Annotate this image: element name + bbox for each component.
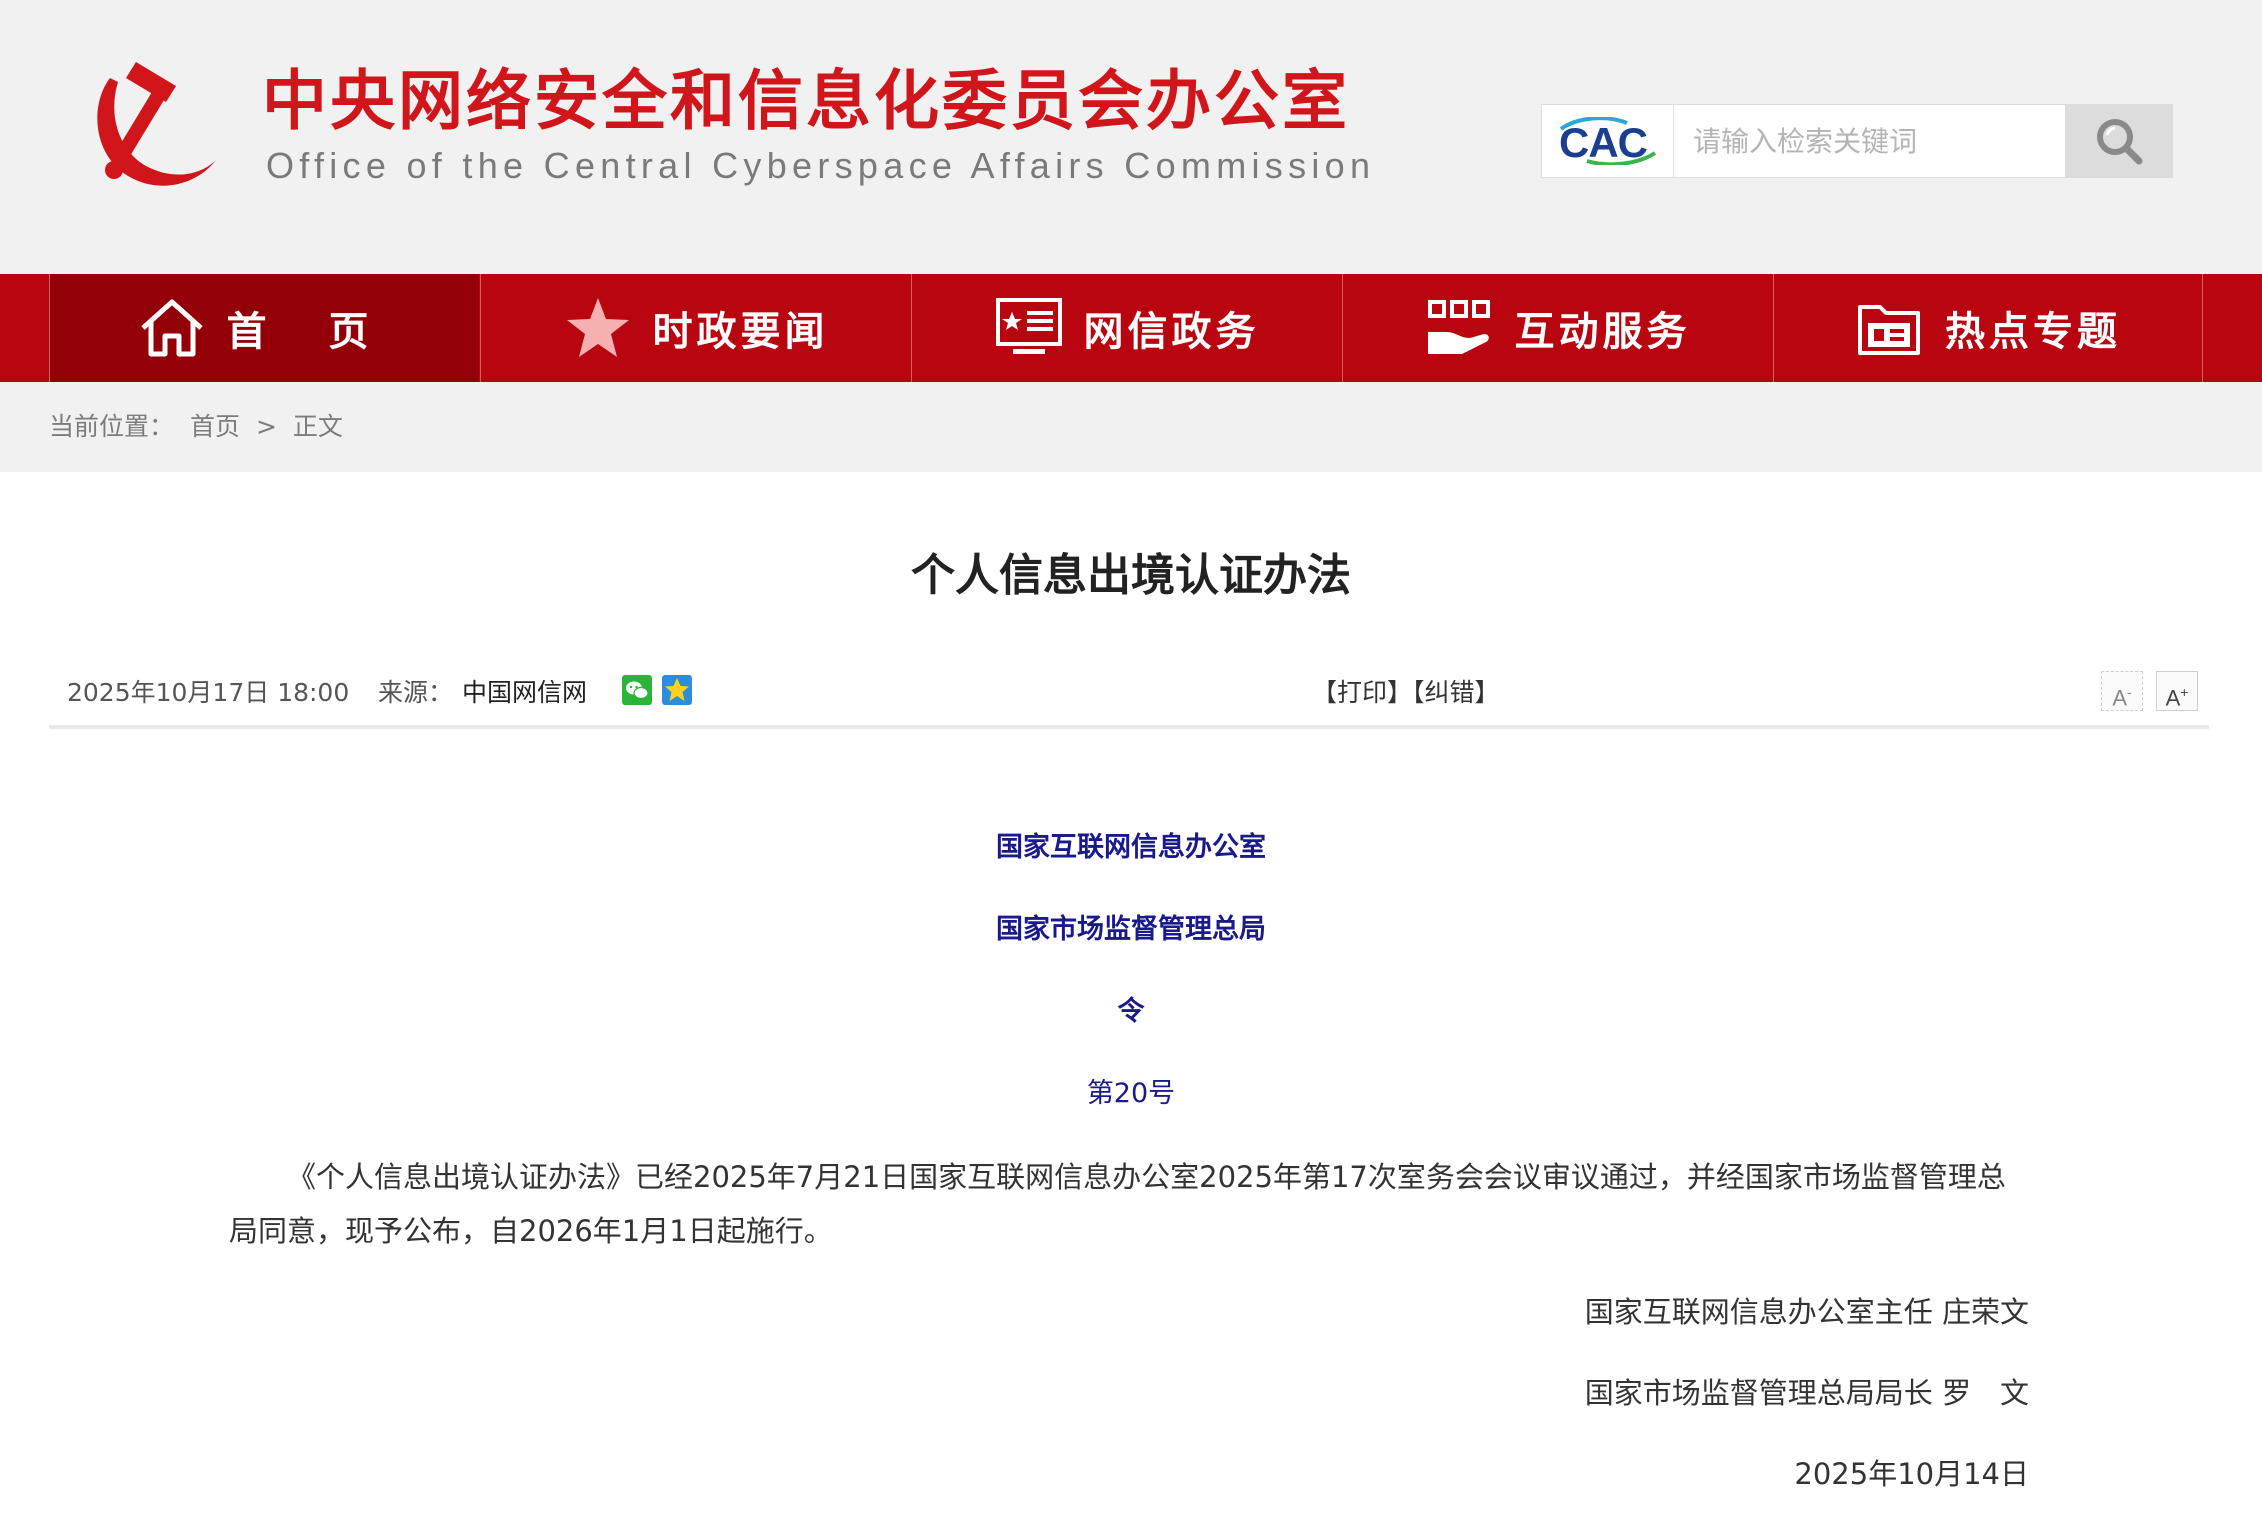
article-actions: 【打印】【纠错】 (1312, 673, 1500, 709)
nav-label-home: 首 页 (226, 309, 393, 355)
source-label: 来源： (378, 678, 454, 707)
star-icon (566, 298, 629, 357)
report-error-link[interactable]: 【纠错】 (1412, 678, 1500, 707)
issuer-line: 国家市场监督管理总局 (996, 914, 1266, 945)
cac-logo: CAC (1542, 105, 1674, 177)
site-title-cn: 中央网络安全和信息化委员会办公室 (262, 64, 1351, 139)
folder-icon (1858, 305, 1920, 355)
nav-item-hot-topics[interactable]: 热点专题 (1773, 274, 2203, 382)
font-increase-sign: + (2180, 684, 2189, 700)
search-box: CAC (1541, 104, 2173, 178)
search-button[interactable] (2065, 104, 2173, 178)
print-link[interactable]: 【打印】 (1312, 678, 1412, 707)
signature-line: 国家互联网信息办公室主任 庄荣文 (1584, 1295, 2029, 1329)
main-nav: 首 页 时政要闻 网信政务 互动服务 热点专题 (0, 274, 2262, 382)
nav-label-interactive-services: 互动服务 (1514, 309, 1691, 355)
font-decrease-label: A (2112, 685, 2127, 711)
nav-item-politics-news[interactable]: 时政要闻 (480, 274, 910, 382)
breadcrumb-separator: > (255, 412, 277, 441)
order-number: 第20号 (1086, 1078, 1176, 1109)
nav-item-interactive-services[interactable]: 互动服务 (1342, 274, 1772, 382)
order-heading: 令 (1117, 996, 1145, 1027)
nav-label-cyber-affairs: 网信政务 (1083, 309, 1260, 355)
font-decrease-button[interactable]: A- (2101, 671, 2143, 711)
font-increase-button[interactable]: A+ (2156, 671, 2198, 711)
cac-logo-icon: CAC (1559, 117, 1657, 165)
font-decrease-sign: - (2127, 684, 2132, 700)
search-icon (2097, 119, 2143, 165)
breadcrumb-prefix: 当前位置： (49, 412, 175, 441)
nav-label-hot-topics: 热点专题 (1945, 309, 2121, 355)
signature-line: 国家市场监督管理总局局长 罗 文 (1584, 1376, 2029, 1410)
font-increase-label: A (2165, 685, 2181, 711)
issuer-line: 国家互联网信息办公室 (996, 832, 1266, 863)
article-body-paragraph: 《个人信息出境认证办法》已经2025年7月21日国家互联网信息办公室2025年第… (229, 1160, 2006, 1248)
site-header: 中央网络安全和信息化委员会办公室 Office of the Central C… (0, 0, 2262, 274)
nav-item-home[interactable]: 首 页 (49, 274, 479, 382)
site-title-en: Office of the Central Cyberspace Affairs… (266, 145, 1376, 186)
home-icon (140, 299, 203, 357)
svg-text:CAC: CAC (1559, 119, 1648, 165)
wechat-icon[interactable] (622, 675, 652, 705)
breadcrumb: 当前位置： 首页 > 正文 (49, 410, 351, 444)
breadcrumb-current: 正文 (292, 412, 343, 441)
breadcrumb-home-link[interactable]: 首页 (190, 412, 240, 441)
party-emblem-icon[interactable] (84, 56, 228, 200)
search-input[interactable] (1675, 105, 2065, 177)
qzone-icon[interactable] (662, 675, 692, 705)
article-meta: 2025年10月17日 18:00 来源： 中国网信网 【打印】【纠错】 A- … (49, 665, 2209, 729)
article-title: 个人信息出境认证办法 (911, 550, 1351, 601)
monitor-icon (995, 298, 1062, 354)
hand-service-icon (1427, 300, 1490, 354)
nav-item-cyber-affairs[interactable]: 网信政务 (911, 274, 1341, 382)
publish-date: 2025年10月17日 18:00 (67, 678, 350, 707)
nav-label-politics-news: 时政要闻 (652, 309, 829, 355)
breadcrumb-bar: 当前位置： 首页 > 正文 (0, 382, 2262, 472)
source-name: 中国网信网 (462, 678, 588, 707)
signature-date: 2025年10月14日 (1794, 1457, 2029, 1491)
